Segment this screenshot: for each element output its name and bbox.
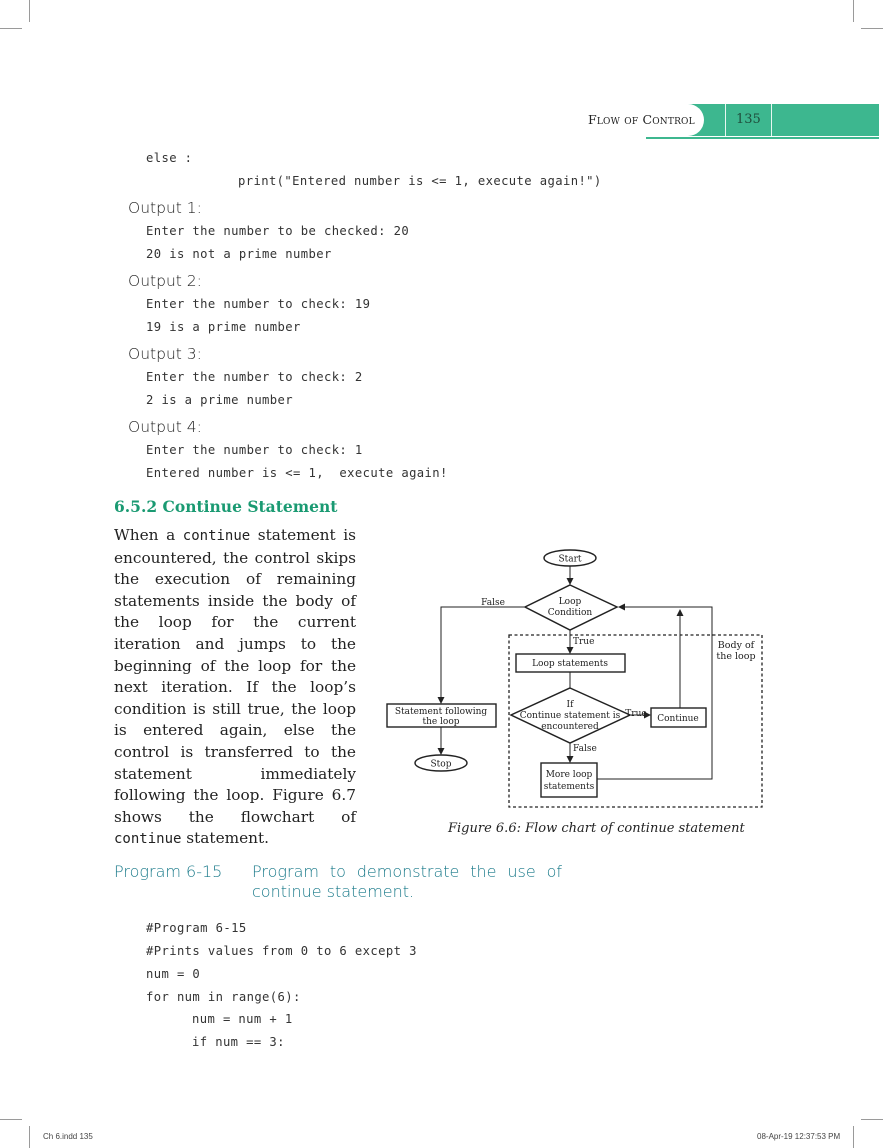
output-label: Output 2: bbox=[128, 272, 202, 290]
para-text: When a bbox=[114, 526, 183, 544]
output-line: 20 is not a prime number bbox=[146, 247, 332, 261]
crop-mark-top-right-v bbox=[853, 0, 854, 22]
stop-label: Stop bbox=[431, 760, 452, 770]
flowchart-figure: Body of the loop Start Loop Condition Fa… bbox=[380, 540, 770, 820]
footer-timestamp: 08-Apr-19 12:37:53 PM bbox=[757, 1132, 841, 1141]
output-line: Enter the number to check: 2 bbox=[146, 370, 363, 384]
if-label: encountered bbox=[541, 722, 599, 732]
continue-label: Continue bbox=[657, 714, 699, 724]
figure-caption: Figure 6.6: Flow chart of continue state… bbox=[448, 821, 745, 836]
code-line: #Program 6-15 bbox=[146, 921, 247, 935]
program-title: Program to demonstrate the use of contin… bbox=[252, 862, 562, 901]
code-line: else : bbox=[146, 151, 193, 165]
code-line: #Prints values from 0 to 6 except 3 bbox=[146, 944, 417, 958]
header-divider bbox=[771, 104, 772, 136]
body-paragraph: When a continue statement is encountered… bbox=[114, 525, 356, 851]
page-number: 135 bbox=[736, 112, 761, 127]
code-line: num = num + 1 bbox=[192, 1012, 293, 1026]
output-line: Enter the number to check: 1 bbox=[146, 443, 363, 457]
condition-label: Condition bbox=[548, 608, 593, 618]
loop-statements-label: Loop statements bbox=[532, 659, 608, 669]
crop-mark-bottom-right-v bbox=[853, 1126, 854, 1148]
flowchart-svg: Body of the loop Start Loop Condition Fa… bbox=[386, 549, 763, 808]
header-rule bbox=[646, 137, 879, 139]
body-label: Body of bbox=[718, 640, 756, 651]
if-false-label: False bbox=[573, 744, 597, 754]
code-line: if num == 3: bbox=[192, 1035, 285, 1049]
crop-mark-bottom-right-h bbox=[861, 1119, 883, 1120]
output-line: Enter the number to check: 19 bbox=[146, 297, 371, 311]
crop-mark-bottom-left-h bbox=[0, 1119, 22, 1120]
code-line: num = 0 bbox=[146, 967, 201, 981]
more-statements-label: More loop bbox=[546, 770, 593, 780]
arrow-false-path bbox=[437, 606, 525, 704]
arrow-loop-back bbox=[597, 603, 713, 780]
output-label: Output 4: bbox=[128, 418, 202, 436]
if-label: If bbox=[567, 700, 575, 710]
crop-mark-top-right-h bbox=[861, 28, 883, 29]
code-line: for num in range(6): bbox=[146, 990, 301, 1004]
output-line: Entered number is <= 1, execute again! bbox=[146, 466, 448, 480]
crop-mark-bottom-left-v bbox=[29, 1126, 30, 1148]
output-line: 19 is a prime number bbox=[146, 320, 301, 334]
false-label: False bbox=[481, 598, 505, 608]
more-statements-label: statements bbox=[544, 782, 595, 792]
program-label: Program 6-15 bbox=[114, 862, 223, 881]
start-label: Start bbox=[558, 555, 581, 565]
section-heading: 6.5.2 Continue Statement bbox=[114, 497, 338, 516]
output-label: Output 3: bbox=[128, 345, 202, 363]
body-label: the loop bbox=[716, 651, 755, 662]
if-true-label: True bbox=[625, 709, 646, 719]
footer-file-slug: Ch 6.indd 135 bbox=[43, 1132, 93, 1141]
statement-following-label: Statement following bbox=[395, 707, 488, 717]
output-label: Output 1: bbox=[128, 199, 202, 217]
crop-mark-top-left-v bbox=[29, 0, 30, 22]
code-line: print("Entered number is <= 1, execute a… bbox=[238, 174, 602, 188]
output-line: Enter the number to be checked: 20 bbox=[146, 224, 410, 238]
output-line: 2 is a prime number bbox=[146, 393, 294, 407]
crop-mark-top-left-h bbox=[0, 28, 22, 29]
if-label: Continue statement is bbox=[520, 711, 621, 721]
para-text: statement. bbox=[181, 829, 270, 848]
chapter-title: Flow of Control bbox=[588, 112, 695, 127]
header-divider bbox=[725, 104, 726, 136]
statement-following-label: the loop bbox=[422, 717, 459, 727]
keyword-continue: continue bbox=[182, 528, 251, 544]
true-label: True bbox=[573, 637, 594, 647]
condition-label: Loop bbox=[559, 597, 582, 607]
keyword-continue: continue bbox=[114, 831, 182, 848]
para-text: statement is encountered, the control sk… bbox=[114, 526, 357, 826]
